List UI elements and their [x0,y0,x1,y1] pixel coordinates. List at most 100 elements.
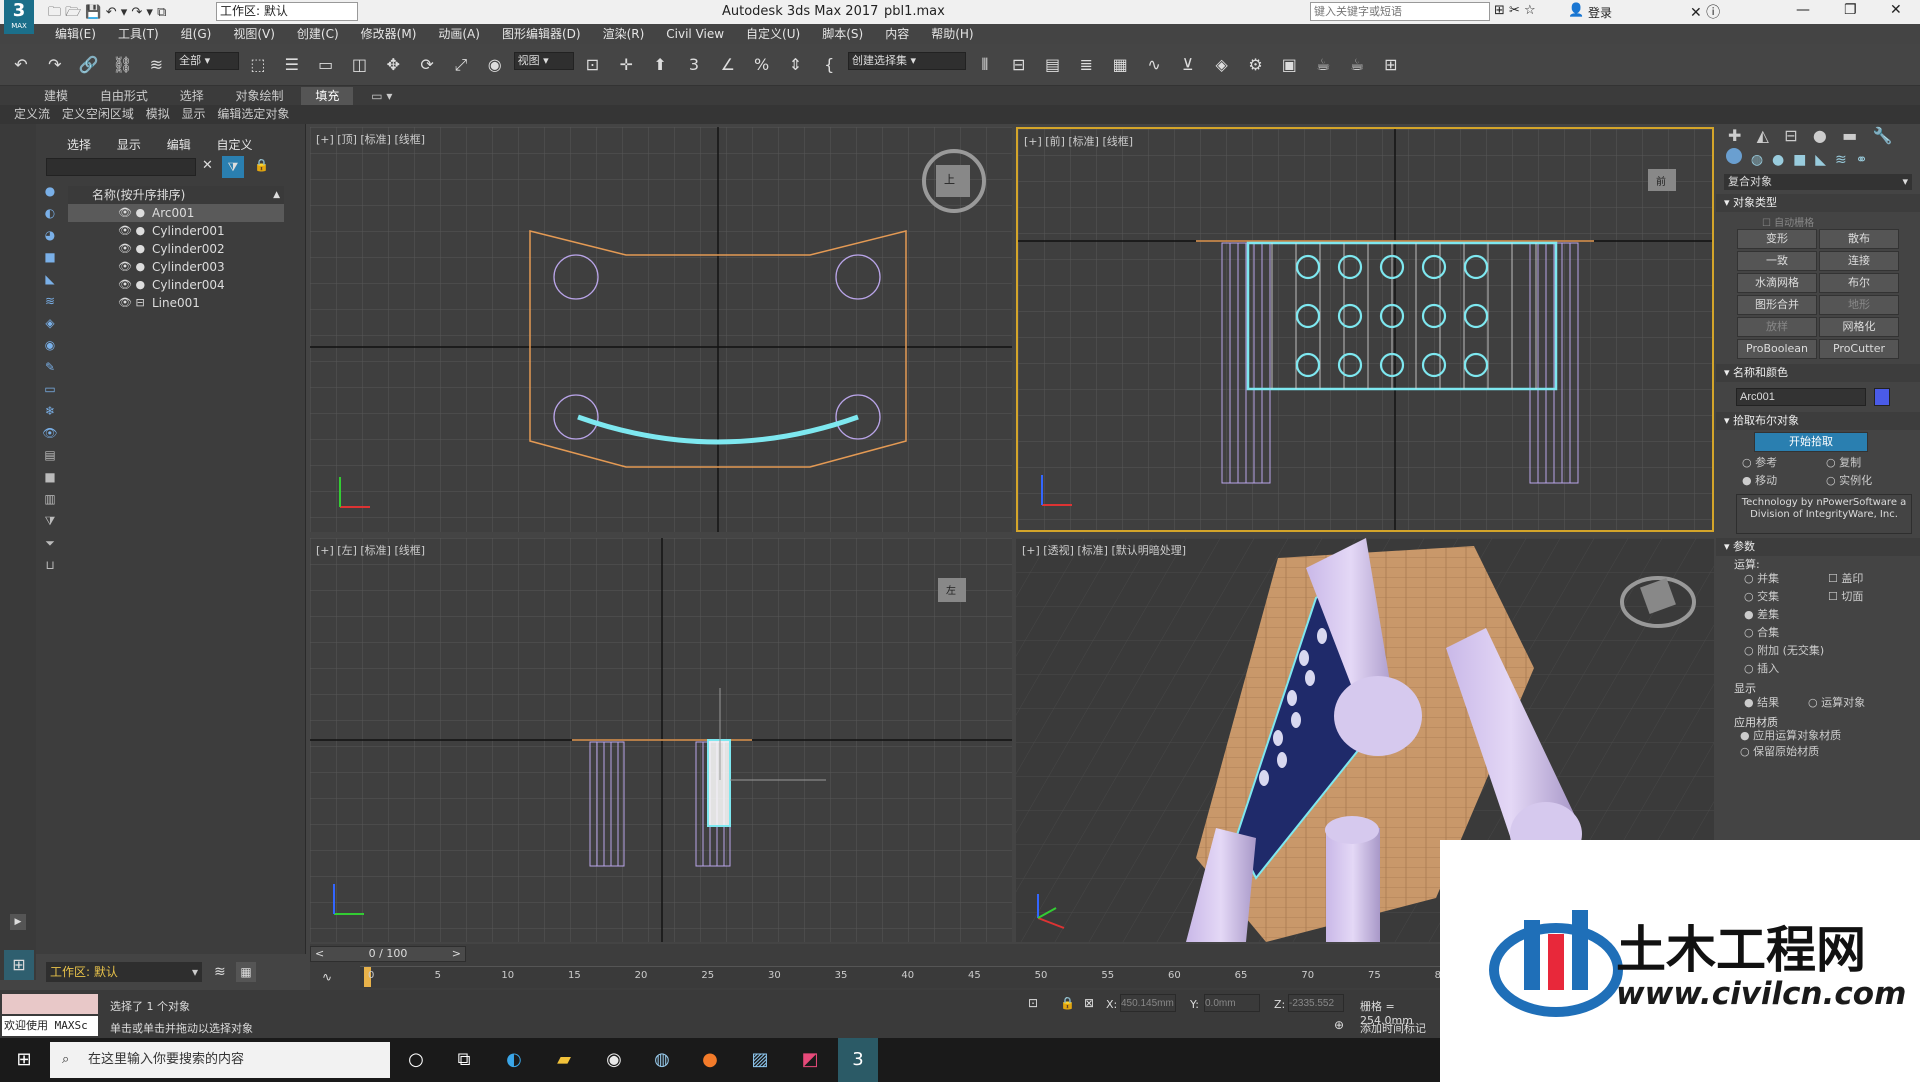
scene-list-header[interactable]: 名称(按升序排序) ▲ [68,186,284,204]
visibility-eye-icon[interactable]: 👁 ● [118,276,145,294]
pick-copy-radio[interactable]: ○ 复制 [1826,454,1861,472]
login-link[interactable]: 登录 [1588,4,1612,21]
visibility-eye-icon[interactable]: 👁 ● [118,204,145,222]
cameras-category-icon[interactable]: ■ [1793,152,1806,168]
menu-create[interactable]: 创建(C) [286,24,350,44]
op-attach-radio[interactable]: ○ 附加 (无交集) [1744,642,1920,660]
material-retain-radio[interactable]: ○ 保留原始材质 [1740,744,1920,760]
ribbon-tab-populate[interactable]: 填充 [301,87,354,105]
start-icon[interactable]: ⊞ [4,1038,44,1082]
ribbon-tab-freeform[interactable]: 自由形式 [86,87,162,105]
clear-search-icon[interactable]: ✕ [202,158,213,173]
unlink-icon[interactable]: ⛓ [109,50,135,80]
modify-tab-icon[interactable]: ◭ [1757,126,1769,145]
edit-named-sel-icon[interactable]: { [816,50,842,80]
filter-shapes-icon[interactable]: ◐ [36,202,64,224]
mesher-button[interactable]: 网格化 [1819,317,1899,337]
conform-button[interactable]: 一致 [1737,251,1817,271]
spinner-snap-icon[interactable]: ⇕ [782,50,808,80]
coord-x-field[interactable] [1120,994,1176,1012]
filter-spacewarps-icon[interactable]: ≋ [36,290,64,312]
filter-xrefs-icon[interactable]: ◉ [36,334,64,356]
viewport-left[interactable]: [+] [左] [标准] [线框] 左 [310,538,1012,942]
filter-none-icon[interactable]: ■ [36,466,64,488]
start-pick-button[interactable]: 开始拾取 [1754,432,1868,452]
blobmesh-button[interactable]: 水滴网格 [1737,273,1817,293]
rotate-icon[interactable]: ⟳ [414,50,440,80]
hierarchy-tab-icon[interactable]: ⊟ [1784,126,1797,145]
firefox-icon[interactable]: ● [690,1038,730,1082]
viewcube-top-face[interactable]: 上 [944,171,955,187]
terrain-button[interactable]: 地形 [1819,295,1899,315]
filter-funnel-icon[interactable]: ⧩ [36,510,64,532]
boolean-button[interactable]: 布尔 [1819,273,1899,293]
placement-icon[interactable]: ◉ [482,50,508,80]
manipulate-icon[interactable]: ✛ [613,50,639,80]
visibility-eye-icon[interactable]: 👁 ⊟ [118,294,145,312]
loft-button[interactable]: 放样 [1737,317,1817,337]
maxscript-listener[interactable] [2,994,98,1014]
pick-move-radio[interactable]: ● 移动 [1742,472,1826,490]
minimize-button[interactable]: — [1796,2,1810,18]
user-icon[interactable]: 👤 [1568,3,1584,18]
scale-icon[interactable]: ⤢ [448,50,474,80]
layer-explorer-icon[interactable]: ▤ [1040,50,1066,80]
help-icons[interactable]: ✕ ⓘ [1690,2,1720,22]
scene-options-icon[interactable]: ▦ [236,962,256,982]
scene-workspace-dropdown[interactable]: 工作区: 默认 ▾ [46,962,202,982]
filter-containers-icon[interactable]: ▭ [36,378,64,400]
menu-customize[interactable]: 自定义(U) [735,24,811,44]
scene-menu-edit[interactable]: 编辑 [156,135,202,155]
list-item[interactable]: 👁 ● Cylinder003 [68,258,284,276]
section-object-type[interactable]: ▾ 对象类型 [1716,194,1920,212]
filter-groups-icon[interactable]: ◈ [36,312,64,334]
scene-menu-display[interactable]: 显示 [106,135,152,155]
ribbon-define-idle[interactable]: 定义空闲区域 [58,105,138,123]
rendered-frame-icon[interactable]: ▣ [1276,50,1302,80]
schematic-view-icon[interactable]: ⊻ [1175,50,1201,80]
prev-frame-icon[interactable]: < [315,947,324,961]
named-selection-dropdown[interactable]: 创建选择集 ▾ [848,52,967,70]
object-name-field[interactable] [1736,388,1866,406]
task-view-icon[interactable]: ⧉ [444,1038,484,1082]
pick-instance-radio[interactable]: ○ 实例化 [1826,472,1872,490]
object-category-dropdown[interactable]: 复合对象 ▾ [1724,174,1912,190]
menu-animation[interactable]: 动画(A) [427,24,491,44]
list-item[interactable]: 👁 ● Cylinder002 [68,240,284,258]
track-bar[interactable]: 05101520253035404550556065707580 [360,966,1447,988]
curve-toggle-icon[interactable]: ∿ [322,970,332,984]
app-icon-1[interactable]: ◉ [594,1038,634,1082]
viewcube-front-face[interactable]: 前 [1656,173,1666,188]
rect-select-icon[interactable]: ▭ [313,50,339,80]
ref-coord-dropdown[interactable]: 视图 ▾ [513,52,574,70]
filter-all-icon[interactable]: ▤ [36,444,64,466]
menu-edit[interactable]: 编辑(E) [44,24,107,44]
move-icon[interactable]: ✥ [380,50,406,80]
quick-access-icons[interactable]: 🗀 🗁 💾 ↶ ▾ ↷ ▾ ⧉ [48,3,166,25]
create-tab-icon[interactable]: ✚ [1728,126,1741,145]
list-item[interactable]: 👁 ● Cylinder004 [68,276,284,294]
link-icon[interactable]: 🔗 [76,50,102,80]
viewport-layout-icon[interactable]: ⊞ [4,950,34,980]
ribbon-simulate[interactable]: 模拟 [142,105,174,123]
visibility-eye-icon[interactable]: 👁 ● [118,240,145,258]
op-insert-radio[interactable]: ○ 插入 [1744,660,1920,678]
systems-category-icon[interactable]: ⚭ [1856,152,1868,168]
filter-funnel2-icon[interactable]: ⏷ [36,532,64,554]
filter-bones-icon[interactable]: ✎ [36,356,64,378]
keyboard-shortcut-icon[interactable]: ⬆ [647,50,673,80]
undo-icon[interactable]: ↶ [8,50,34,80]
connect-button[interactable]: 连接 [1819,251,1899,271]
add-time-tag[interactable]: 添加时间标记 [1360,1020,1426,1036]
viewport-front-label[interactable]: [+] [前] [标准] [线框] [1024,133,1133,149]
menu-help[interactable]: 帮助(H) [920,24,984,44]
search-input[interactable] [1310,2,1490,21]
section-pick-boolean[interactable]: ▾ 拾取布尔对象 [1716,412,1920,430]
snap-3d-icon[interactable]: 3 [681,50,707,80]
layer-icon[interactable]: ≣ [1073,50,1099,80]
3dsmax-taskbar-icon[interactable]: 3 [838,1038,878,1082]
render-cloud-icon[interactable]: ⊞ [1378,50,1404,80]
geometry-category-icon[interactable] [1726,148,1742,164]
op-cookie-checkbox[interactable]: ☐ 切面 [1828,588,1863,606]
workspace-dropdown[interactable]: 工作区: 默认 [216,2,358,21]
